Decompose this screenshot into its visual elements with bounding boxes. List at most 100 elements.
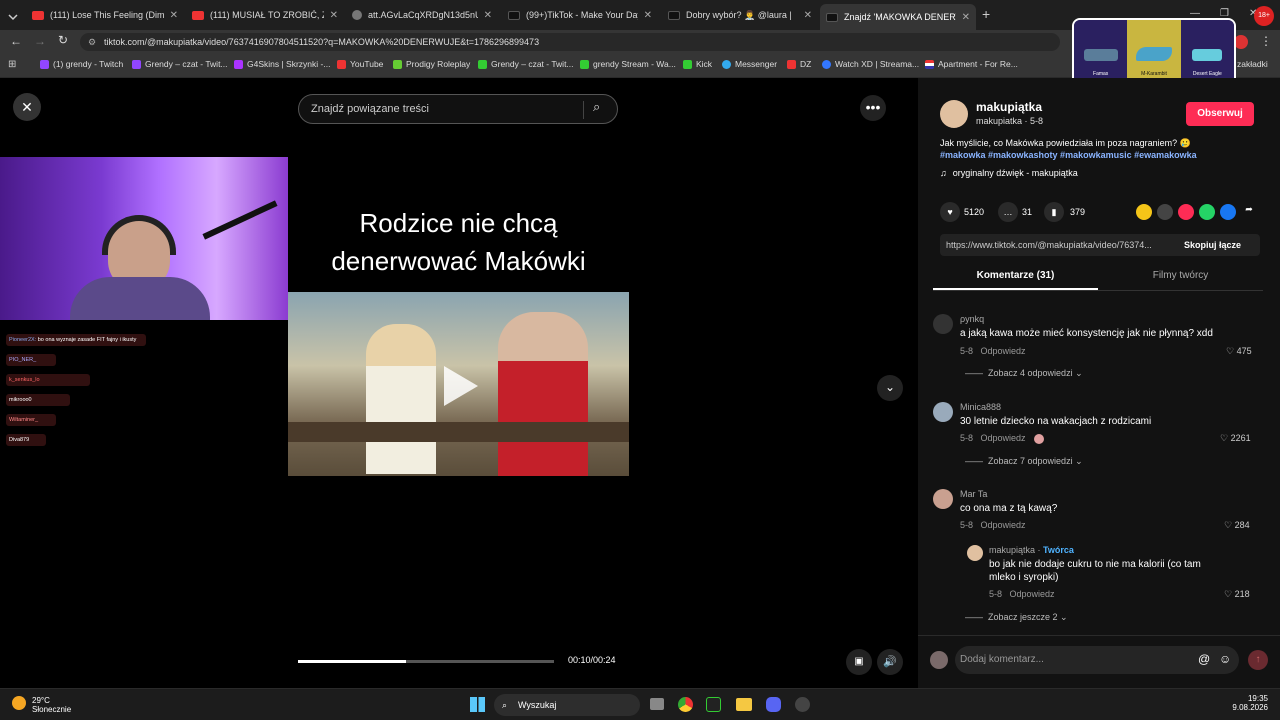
bookmark-7[interactable]: Kick bbox=[683, 59, 712, 69]
mention-icon[interactable]: @ bbox=[1198, 652, 1210, 666]
comment-input[interactable]: Dodaj komentarz... @ ☺ bbox=[955, 646, 1239, 674]
close-tab-icon[interactable]: ✕ bbox=[644, 10, 652, 21]
reload-icon[interactable]: ↻ bbox=[58, 33, 68, 47]
reply-button[interactable]: Odpowiedz bbox=[981, 520, 1026, 530]
apps-icon[interactable]: ⊞ bbox=[8, 59, 16, 70]
bookmark-1[interactable]: Grendy – czat - Twit... bbox=[132, 59, 228, 69]
close-tab-icon[interactable]: ✕ bbox=[804, 10, 812, 21]
discord-icon[interactable] bbox=[766, 697, 781, 712]
start-icon[interactable] bbox=[470, 697, 485, 712]
weather-widget[interactable]: 29°C Słonecznie bbox=[12, 696, 71, 714]
reply-button[interactable]: Odpowiedz bbox=[1010, 589, 1055, 599]
more-options-icon[interactable]: ••• bbox=[860, 95, 886, 121]
view-more-replies[interactable]: —— Zobacz jeszcze 2 ⌄ bbox=[965, 612, 1068, 623]
comment-likes[interactable]: ♡ 475 bbox=[1226, 346, 1252, 357]
new-tab-button[interactable]: + bbox=[982, 6, 990, 22]
steam-icon[interactable] bbox=[795, 697, 810, 712]
embed-icon[interactable] bbox=[1157, 204, 1173, 220]
taskbar-search[interactable]: ⌕ Wyszukaj bbox=[494, 694, 640, 716]
comment-likes[interactable]: ♡ 218 bbox=[1224, 589, 1250, 600]
taskview-icon[interactable] bbox=[650, 698, 664, 710]
bookmarks-extra[interactable]: zakładki bbox=[1237, 59, 1268, 69]
back-icon[interactable]: ← bbox=[10, 34, 22, 48]
bookmark-9[interactable]: DZ bbox=[787, 59, 811, 69]
search-icon[interactable]: ⌕ bbox=[593, 99, 600, 115]
youtube-icon bbox=[192, 10, 204, 20]
comment-button[interactable]: … bbox=[998, 202, 1018, 222]
bookmark-3[interactable]: YouTube bbox=[337, 59, 383, 69]
author-avatar[interactable] bbox=[940, 100, 968, 128]
facebook-icon[interactable] bbox=[1220, 204, 1236, 220]
tab-6-active[interactable]: Znajdź 'MAKOWKA DENERWUJE✕ bbox=[820, 4, 976, 30]
video-area: ✕ Pioneer2X: bo ona wyznaje zasade FIT f… bbox=[0, 78, 918, 688]
bookmark-0[interactable]: (1) grendy - Twitch bbox=[40, 59, 123, 69]
app-icon[interactable] bbox=[706, 697, 721, 712]
tab-3[interactable]: att.AGvLaCqXRDgN13d5nUkFb✕ bbox=[346, 4, 498, 26]
tab-comments[interactable]: Komentarze (31) bbox=[933, 270, 1098, 281]
bookmark-6[interactable]: grendy Stream - Wa... bbox=[580, 59, 676, 69]
comment-likes[interactable]: ♡ 2261 bbox=[1220, 433, 1251, 444]
close-tab-icon[interactable]: ✕ bbox=[962, 12, 970, 23]
video-player[interactable]: Znajdź powiązane treści ⌕ Rodzice nie ch… bbox=[288, 78, 629, 688]
comment-avatar[interactable] bbox=[933, 489, 953, 509]
comment-avatar[interactable] bbox=[967, 545, 983, 561]
view-replies[interactable]: —— Zobacz 4 odpowiedzi ⌄ bbox=[965, 368, 1083, 379]
play-icon[interactable] bbox=[444, 366, 478, 406]
comment-avatar[interactable] bbox=[933, 402, 953, 422]
youtube-icon bbox=[337, 59, 346, 69]
forward-icon[interactable]: → bbox=[34, 34, 46, 48]
tab-creator-videos[interactable]: Filmy twórcy bbox=[1098, 270, 1263, 281]
file-explorer-icon[interactable] bbox=[736, 698, 752, 711]
like-button[interactable]: ♥ bbox=[940, 202, 960, 222]
next-video-button[interactable]: ⌄ bbox=[877, 375, 903, 401]
view-replies[interactable]: —— Zobacz 7 odpowiedzi ⌄ bbox=[965, 456, 1083, 467]
badge-18: 18+ bbox=[1254, 6, 1274, 26]
whatsapp-icon[interactable] bbox=[1199, 204, 1215, 220]
user-avatar bbox=[930, 651, 948, 669]
close-tab-icon[interactable]: ✕ bbox=[330, 10, 338, 21]
volume-icon[interactable]: 🔊 bbox=[877, 649, 903, 675]
copy-link-button[interactable]: Skopiuj łącze bbox=[1184, 240, 1241, 250]
url-field[interactable]: ⚙ tiktok.com/@makupiatka/video/763741690… bbox=[80, 33, 1060, 51]
tab-2[interactable]: (111) MUSIAŁ TO ZROBIĆ, ŻEBY✕ bbox=[186, 4, 344, 26]
comment-avatar[interactable] bbox=[933, 314, 953, 334]
menu-icon[interactable]: ⋮ bbox=[1260, 34, 1272, 48]
reply-button[interactable]: Odpowiedz bbox=[981, 346, 1026, 356]
clock[interactable]: 19:35 9.08.2026 bbox=[1222, 694, 1268, 712]
share-arrow-icon[interactable]: ➦ bbox=[1241, 204, 1257, 220]
bookmark-11[interactable]: Apartment - For Re... bbox=[925, 59, 1018, 69]
chrome-icon[interactable] bbox=[678, 697, 693, 712]
site-info-icon[interactable]: ⚙ bbox=[88, 33, 96, 51]
bookmark-10[interactable]: Watch XD | Streama... bbox=[822, 59, 919, 69]
bookmark-8[interactable]: Messenger bbox=[722, 59, 777, 69]
music-note-icon: ♫ bbox=[940, 168, 947, 178]
bookmark-button[interactable]: ▮ bbox=[1044, 202, 1064, 222]
pip-icon[interactable]: ▣ bbox=[846, 649, 872, 675]
kick-icon bbox=[683, 59, 692, 69]
progress-bar[interactable] bbox=[298, 660, 554, 663]
tab-4[interactable]: (99+)TikTok - Make Your Day ✕ bbox=[502, 4, 658, 26]
bookmark-2[interactable]: G4Skins | Skrzynki -... bbox=[234, 59, 330, 69]
tab-list-icon[interactable] bbox=[8, 9, 18, 21]
tab-5[interactable]: Dobry wybór? 👨‍⚕️ @laura | ✕ bbox=[662, 4, 818, 26]
send-icon[interactable] bbox=[1178, 204, 1194, 220]
send-comment-button[interactable]: ↑ bbox=[1248, 650, 1268, 670]
sound-row[interactable]: ♫ oryginalny dźwięk - makupiątka bbox=[940, 168, 1078, 178]
close-tab-icon[interactable]: ✕ bbox=[484, 10, 492, 21]
close-tab-icon[interactable]: ✕ bbox=[170, 10, 178, 21]
chat-message: Diva879 bbox=[6, 434, 46, 446]
comment-likes[interactable]: ♡ 284 bbox=[1224, 520, 1250, 531]
hashtags[interactable]: #makowka #makowkashoty #makowkamusic #ew… bbox=[940, 150, 1260, 160]
follow-button[interactable]: Obserwuj bbox=[1186, 102, 1254, 126]
bookmark-5[interactable]: Grendy – czat - Twit... bbox=[478, 59, 574, 69]
profile-icon[interactable] bbox=[1234, 35, 1248, 49]
author-name[interactable]: makupiątka bbox=[976, 100, 1042, 114]
emoji-icon[interactable]: ☺ bbox=[1219, 652, 1231, 666]
close-button[interactable]: ✕ bbox=[13, 93, 41, 121]
link-box: https://www.tiktok.com/@makupiatka/video… bbox=[940, 234, 1260, 256]
coin-icon[interactable] bbox=[1136, 204, 1152, 220]
reply-button[interactable]: Odpowiedz bbox=[981, 433, 1026, 443]
related-search-input[interactable]: Znajdź powiązane treści ⌕ bbox=[298, 94, 618, 124]
tab-1[interactable]: (111) Lose This Feeling (Dimens✕ bbox=[26, 4, 184, 26]
bookmark-4[interactable]: Prodigy Roleplay bbox=[393, 59, 470, 69]
